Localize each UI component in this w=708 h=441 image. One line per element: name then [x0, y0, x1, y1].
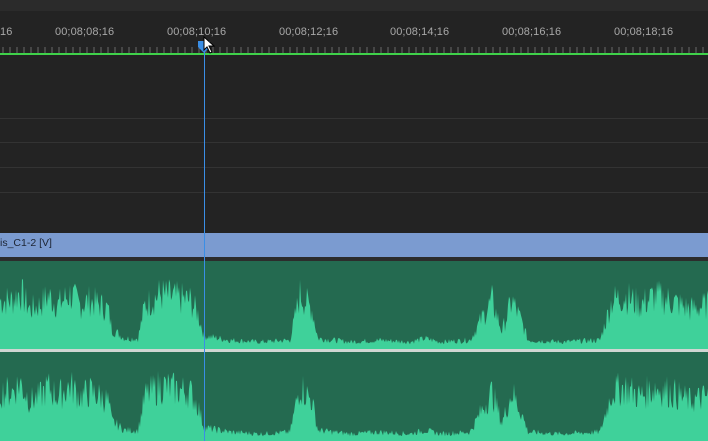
ruler-timecode: 00;08;16;16 [502, 26, 562, 38]
time-ruler[interactable]: 16 00;08;08;16 00;08;10;16 00;08;12;16 0… [0, 11, 708, 53]
playhead-line[interactable] [204, 40, 205, 441]
timeline-header-strip [0, 0, 708, 11]
audio-waveform [0, 278, 708, 349]
ruler-timecode: 00;08;18;16 [614, 26, 674, 38]
video-clip[interactable]: is_C1-2 [V] [0, 233, 708, 257]
video-tracks-area[interactable] [0, 55, 708, 233]
ruler-ticks [2, 47, 704, 53]
audio-clip-channel-2[interactable] [0, 352, 708, 441]
ruler-timecode: 00;08;10;16 [167, 26, 227, 38]
track-divider [0, 167, 708, 168]
audio-clip-channel-1[interactable] [0, 261, 708, 349]
track-divider [0, 142, 708, 143]
audio-waveform [0, 370, 708, 441]
ruler-timecode: 00;08;12;16 [279, 26, 339, 38]
track-divider [0, 192, 708, 193]
ruler-timecode: 16 [0, 26, 13, 38]
pointer-cursor-icon [203, 36, 216, 54]
ruler-timecode: 00;08;14;16 [390, 26, 450, 38]
video-clip-name: is_C1-2 [V] [0, 237, 52, 249]
track-divider [0, 118, 708, 119]
ruler-timecode: 00;08;08;16 [55, 26, 115, 38]
